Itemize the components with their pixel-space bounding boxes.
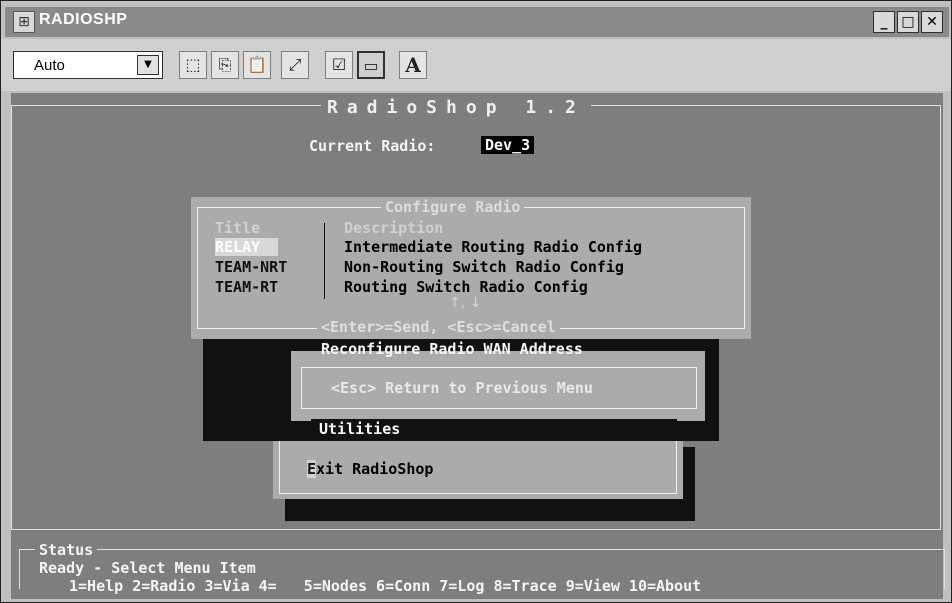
chevron-down-icon[interactable]: ▼	[137, 55, 159, 75]
menu-item-return[interactable]: <Esc> Return to Previous Menu	[331, 379, 593, 397]
window-controls: _ □ ✕	[873, 11, 943, 33]
app-title: RadioShop 1.2	[321, 97, 591, 118]
font-size-value: Auto	[34, 57, 65, 74]
config-row-team-nrt-desc[interactable]: Non-Routing Switch Radio Config	[344, 258, 624, 276]
menu-item-exit[interactable]: Exit RadioShop	[307, 460, 433, 478]
fullscreen-icon[interactable]: ⤢	[281, 51, 309, 79]
paste-icon[interactable]: 📋	[243, 51, 271, 79]
mark-icon[interactable]: ⬚	[179, 51, 207, 79]
config-row-relay-desc[interactable]: Intermediate Routing Radio Config	[344, 238, 642, 256]
status-label: Status	[35, 541, 98, 559]
dialog-title: Configure Radio	[381, 198, 525, 216]
font-icon[interactable]: A	[399, 51, 427, 79]
configure-radio-dialog: Configure Radio Title Description RELAY …	[191, 197, 751, 339]
dialog-hint: <Enter>=Send, <Esc>=Cancel	[317, 318, 560, 336]
background-icon[interactable]: ▭	[357, 51, 385, 79]
current-radio-label: Current Radio:	[309, 137, 436, 155]
function-key-legend: 1=Help 2=Radio 3=Via 4= 5=Nodes 6=Conn 7…	[65, 577, 706, 595]
console-window: ⊞ RADIOSHP _ □ ✕ Auto ▼ ⬚ ⎘ 📋 ⤢ ☑ ▭ A Ra…	[0, 0, 952, 603]
menu-item-reconfigure-wan[interactable]: Reconfigure Radio WAN Address	[321, 340, 583, 358]
window-title: RADIOSHP	[39, 11, 128, 28]
config-row-team-nrt-title[interactable]: TEAM-NRT	[215, 258, 287, 276]
config-row-relay-title[interactable]: RELAY	[215, 238, 279, 256]
title-bar[interactable]: ⊞ RADIOSHP _ □ ✕	[5, 7, 949, 37]
copy-icon[interactable]: ⎘	[211, 51, 239, 79]
config-row-team-rt-title[interactable]: TEAM-RT	[215, 278, 278, 296]
minimize-button[interactable]: _	[873, 11, 895, 33]
column-title-header: Title	[215, 219, 261, 237]
maximize-button[interactable]: □	[897, 11, 919, 33]
column-description-header: Description	[344, 219, 444, 237]
properties-icon[interactable]: ☑	[325, 51, 353, 79]
font-size-select[interactable]: Auto ▼	[13, 51, 163, 79]
scroll-arrows-icon: ↑, ↓	[449, 295, 482, 311]
toolbar: Auto ▼ ⬚ ⎘ 📋 ⤢ ☑ ▭ A	[1, 39, 951, 91]
status-text: Ready - Select Menu Item	[39, 559, 256, 577]
close-button[interactable]: ✕	[921, 11, 943, 33]
column-separator	[324, 223, 325, 299]
exit-label: xit RadioShop	[316, 460, 434, 478]
hotkey-e: E	[307, 460, 317, 478]
config-row-team-rt-desc[interactable]: Routing Switch Radio Config	[344, 278, 588, 296]
menu-item-utilities[interactable]: Utilities	[319, 420, 400, 438]
app-icon[interactable]: ⊞	[13, 11, 35, 33]
current-radio-value: Dev_3	[481, 136, 535, 154]
